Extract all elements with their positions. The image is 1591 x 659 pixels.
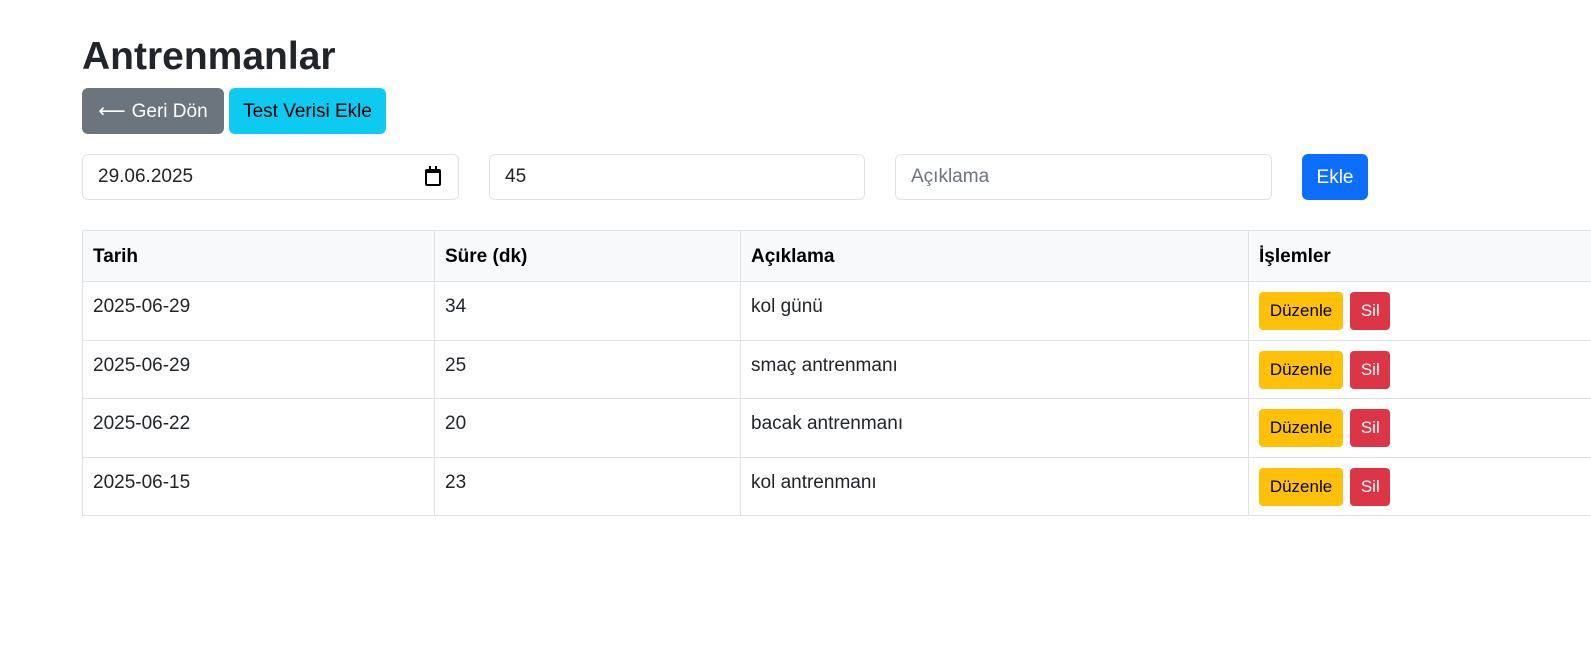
table-row: 2025-06-22 20 bacak antrenmanı Düzenle S…: [82, 398, 1591, 458]
add-test-data-button[interactable]: Test Verisi Ekle: [229, 88, 386, 134]
delete-button[interactable]: Sil: [1350, 409, 1391, 447]
edit-button[interactable]: Düzenle: [1259, 409, 1343, 447]
delete-button[interactable]: Sil: [1350, 467, 1391, 506]
duration-input-value: 45: [505, 166, 527, 187]
cell-duration: 20: [434, 398, 741, 458]
calendar-icon[interactable]: [425, 165, 441, 186]
description-input-placeholder: Açıklama: [911, 166, 990, 187]
delete-button[interactable]: Sil: [1350, 350, 1391, 389]
page-title: Antrenmanlar: [82, 35, 336, 78]
cell-actions: Düzenle Sil: [1248, 339, 1591, 399]
table-row: 2025-06-15 23 kol antrenmanı Düzenle Sil: [82, 456, 1591, 516]
workouts-table: Tarih Süre (dk) Açıklama İşlemler 2025-0…: [82, 230, 1591, 516]
cell-date: 2025-06-29: [82, 281, 435, 341]
delete-button[interactable]: Sil: [1350, 292, 1391, 330]
header-description: Açıklama: [740, 230, 1249, 282]
cell-date: 2025-06-29: [82, 339, 435, 399]
description-input[interactable]: Açıklama: [895, 154, 1272, 200]
edit-button[interactable]: Düzenle: [1259, 292, 1343, 330]
cell-description: kol günü: [740, 281, 1249, 341]
add-button-label: Ekle: [1316, 166, 1354, 188]
cell-duration: 25: [434, 339, 741, 399]
cell-actions: Düzenle Sil: [1248, 281, 1591, 341]
edit-button[interactable]: Düzenle: [1259, 467, 1343, 506]
edit-button[interactable]: Düzenle: [1259, 350, 1343, 389]
arrow-left-icon: ⟵: [98, 100, 126, 122]
table-header-row: Tarih Süre (dk) Açıklama İşlemler: [82, 230, 1591, 282]
page: Antrenmanlar ⟵ Geri Dön Test Verisi Ekle…: [0, 0, 1591, 659]
cell-duration: 23: [434, 456, 741, 516]
header-actions: İşlemler: [1248, 230, 1591, 282]
cell-description: smaç antrenmanı: [740, 339, 1249, 399]
back-button-label: Geri Dön: [131, 100, 208, 122]
add-button[interactable]: Ekle: [1302, 154, 1368, 200]
table-row: 2025-06-29 34 kol günü Düzenle Sil: [82, 281, 1591, 341]
table-row: 2025-06-29 25 smaç antrenmanı Düzenle Si…: [82, 339, 1591, 399]
cell-date: 2025-06-22: [82, 398, 435, 458]
header-duration: Süre (dk): [434, 230, 741, 282]
cell-description: kol antrenmanı: [740, 456, 1249, 516]
header-date: Tarih: [82, 230, 435, 282]
cell-duration: 34: [434, 281, 741, 341]
date-input[interactable]: 29.06.2025: [82, 154, 459, 200]
cell-actions: Düzenle Sil: [1248, 398, 1591, 458]
add-test-data-label: Test Verisi Ekle: [243, 100, 372, 122]
back-button[interactable]: ⟵ Geri Dön: [82, 88, 224, 134]
cell-description: bacak antrenmanı: [740, 398, 1249, 458]
cell-date: 2025-06-15: [82, 456, 435, 516]
duration-input[interactable]: 45: [489, 154, 865, 200]
date-input-value: 29.06.2025: [98, 166, 194, 187]
cell-actions: Düzenle Sil: [1248, 456, 1591, 516]
